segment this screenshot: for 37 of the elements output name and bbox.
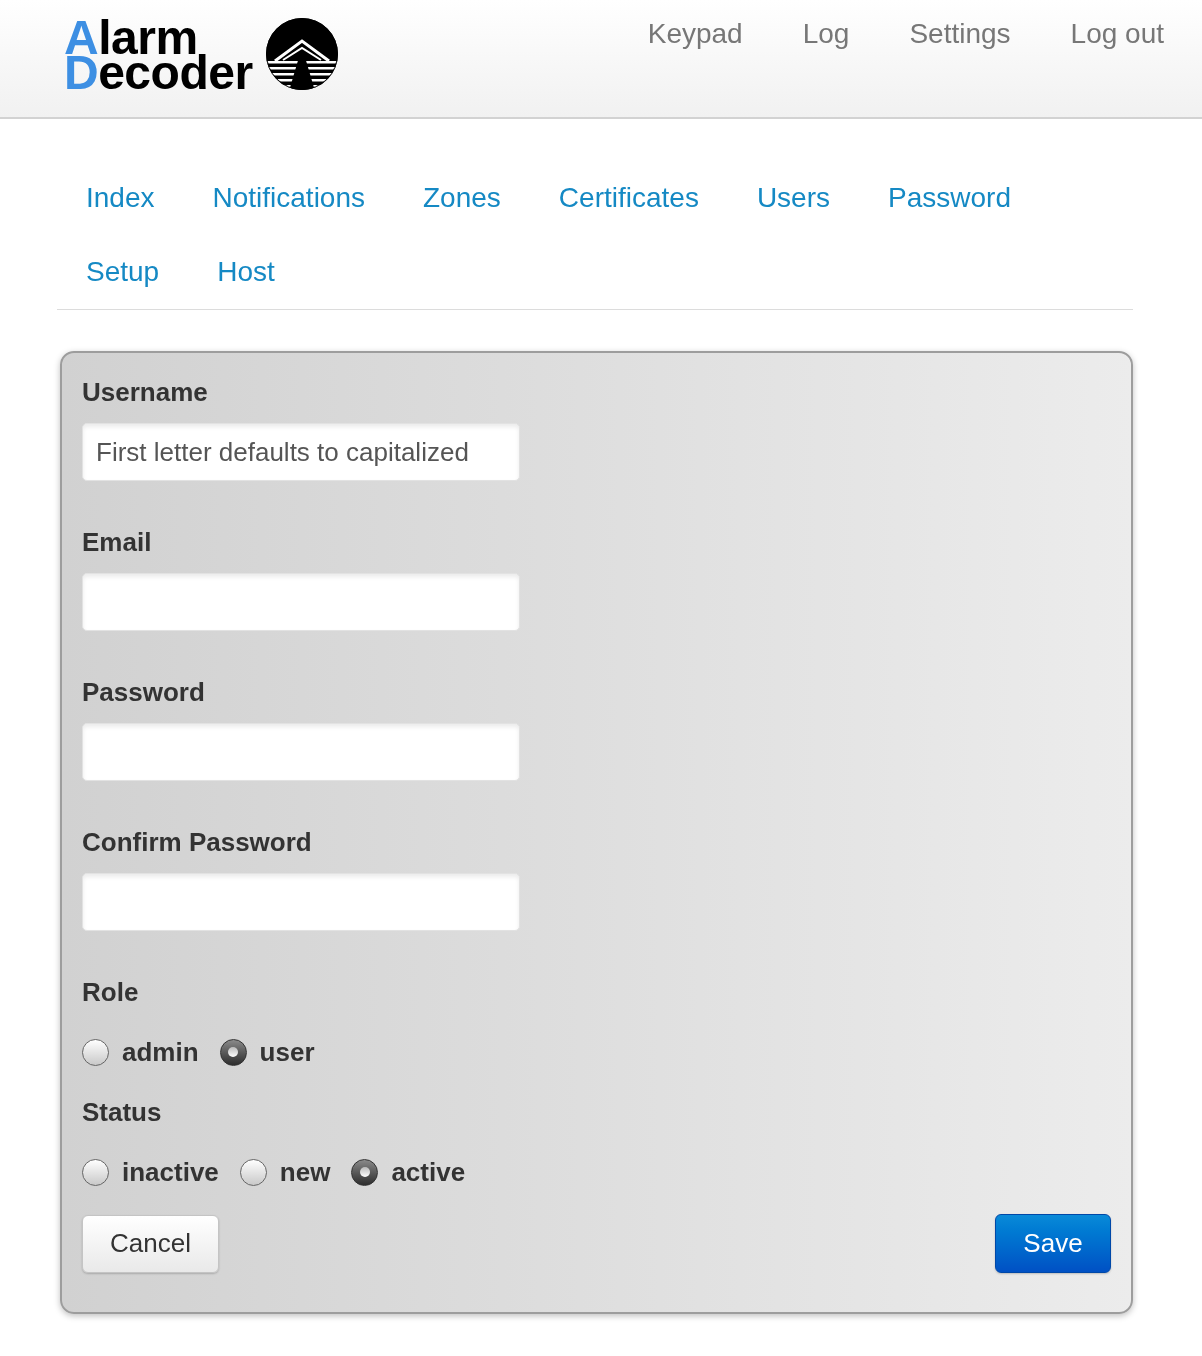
nav-link[interactable]: Index <box>57 161 184 235</box>
text-field[interactable]: First letter defaults to capitalized <box>82 423 520 481</box>
radio-button[interactable] <box>239 1158 267 1186</box>
header-link[interactable]: Keypad <box>617 0 773 51</box>
text-field[interactable] <box>82 723 520 781</box>
cancel-button[interactable]: Cancel <box>82 1214 219 1273</box>
field-label: Role <box>82 977 140 1007</box>
road-emblem-icon <box>264 17 339 91</box>
logo-text: Decoder <box>64 55 253 90</box>
field-label: Username <box>82 377 209 407</box>
radio-button[interactable] <box>82 1158 109 1186</box>
nav-link[interactable]: Password <box>859 161 1040 235</box>
field-label: Status <box>82 1097 163 1127</box>
nav-link[interactable]: Host <box>188 235 304 309</box>
radio-label[interactable]: user <box>259 1037 315 1067</box>
field-label: Password <box>82 677 206 707</box>
radio-label[interactable]: new <box>279 1157 331 1187</box>
logo-text: Alarm <box>64 20 198 55</box>
radio-label[interactable]: inactive <box>122 1157 219 1187</box>
nav-link[interactable]: Certificates <box>529 161 728 235</box>
radio-button[interactable] <box>82 1038 109 1066</box>
header-link[interactable]: Settings <box>879 0 1041 51</box>
nav-link[interactable]: Setup <box>57 235 189 309</box>
header-link[interactable]: Log <box>772 0 880 51</box>
save-button[interactable]: Save <box>995 1214 1111 1273</box>
radio-label[interactable]: active <box>391 1157 466 1187</box>
text-field[interactable] <box>82 873 520 931</box>
text-field[interactable] <box>82 573 520 631</box>
nav-link[interactable]: Zones <box>394 161 530 235</box>
header-link[interactable]: Log out <box>1040 0 1194 51</box>
nav-link[interactable]: Users <box>727 161 859 235</box>
field-label: Email <box>82 527 153 557</box>
nav-link[interactable]: Notifications <box>183 161 394 235</box>
field-label: Confirm Password <box>82 827 313 857</box>
radio-button[interactable] <box>219 1038 247 1066</box>
radio-button[interactable] <box>351 1158 379 1186</box>
radio-label[interactable]: admin <box>122 1037 199 1067</box>
